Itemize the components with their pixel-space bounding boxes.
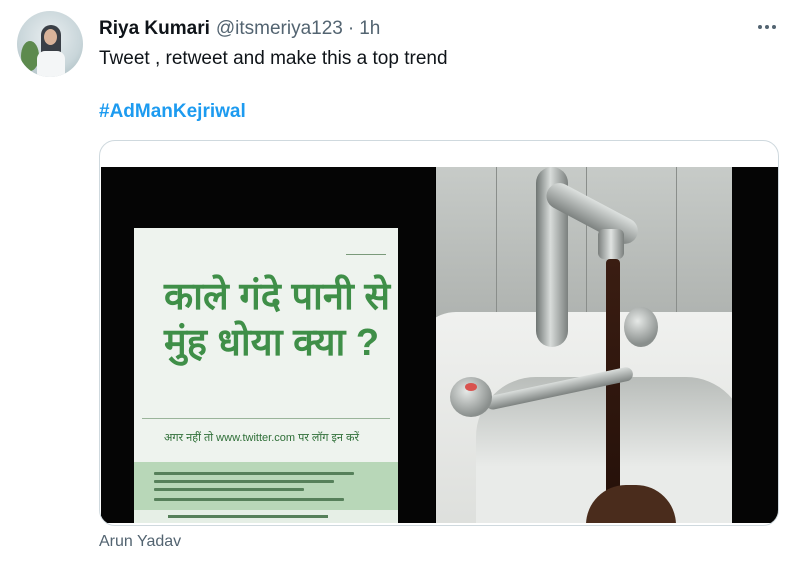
more-horizontal-icon [758, 25, 762, 29]
poster-logo [346, 238, 386, 255]
tweet-header: Riya Kumari @itsmeriya123 · 1h [99, 18, 380, 40]
hot-indicator-icon [465, 383, 477, 391]
video-right-panel-tap [436, 167, 778, 523]
more-options-button[interactable] [752, 16, 782, 38]
more-horizontal-icon-dot [772, 25, 776, 29]
poster-line [154, 488, 304, 491]
dirty-water-stream [606, 259, 620, 523]
poster-headline: काले गंदे पानी से मुंह धोया क्या ? [164, 276, 391, 364]
tweet-timestamp[interactable]: 1h [359, 18, 380, 40]
hashtag-link[interactable]: #AdManKejriwal [99, 101, 246, 123]
video-right-border [732, 167, 778, 523]
avatar-face [44, 29, 57, 45]
more-horizontal-icon-dot [765, 25, 769, 29]
poster-info-band [134, 462, 398, 510]
author-name[interactable]: Riya Kumari [99, 18, 210, 40]
media-card[interactable]: काले गंदे पानी से मुंह धोया क्या ? अगर न… [99, 140, 779, 526]
poster-subtext: अगर नहीं तो www.twitter.com पर लॉग इन कर… [164, 432, 359, 444]
tweet-text: Tweet , retweet and make this a top tren… [99, 48, 448, 69]
video-left-panel: काले गंदे पानी से मुंह धोया क्या ? अगर न… [101, 167, 435, 523]
poster-divider [142, 418, 390, 419]
header-separator: · [347, 18, 355, 39]
ad-poster: काले गंदे पानी से मुंह धोया क्या ? अगर न… [134, 228, 398, 523]
poster-line [154, 472, 354, 475]
poster-footer [134, 510, 398, 523]
poster-line [154, 480, 334, 483]
faucet-nozzle [598, 229, 624, 259]
media-caption: Arun Yadav [99, 533, 182, 550]
hot-tap-handle [450, 377, 492, 417]
video-player[interactable]: काले गंदे पानी से मुंह धोया क्या ? अगर न… [101, 167, 778, 523]
cold-tap-handle [624, 307, 658, 347]
avatar-shirt [37, 51, 65, 77]
author-handle[interactable]: @itsmeriya123 [216, 18, 343, 40]
poster-line [168, 515, 328, 518]
poster-line [154, 498, 344, 501]
avatar[interactable] [17, 11, 83, 77]
